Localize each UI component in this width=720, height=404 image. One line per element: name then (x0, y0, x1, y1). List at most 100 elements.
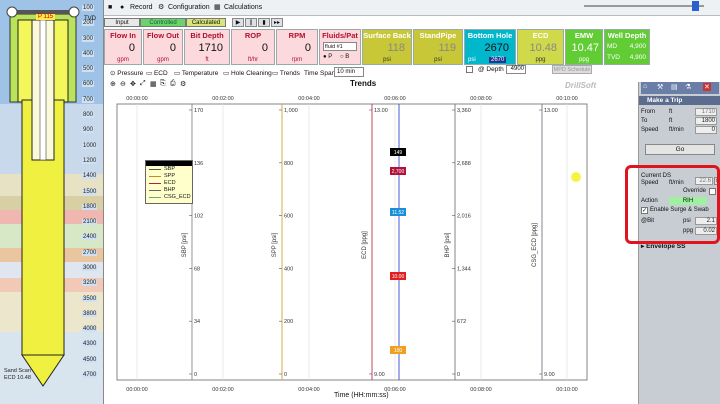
time-span-select[interactable]: 10 min (334, 67, 364, 77)
panel-alert-icon[interactable]: ✕ (703, 83, 711, 91)
tab-hole-cleaning[interactable]: ▭ Hole Cleaning (223, 68, 272, 79)
y-tick-label: 1,344 (457, 266, 471, 272)
depth-checkbox[interactable] (466, 66, 473, 73)
rpm-value: 0 (304, 42, 311, 54)
chart-title: Trends (350, 79, 377, 88)
tab-calculated[interactable]: Calculated (186, 18, 226, 27)
fluid-select[interactable]: fluid #1 (323, 42, 357, 51)
surface-back-value: 118 (387, 42, 405, 54)
ecd-title: ECD (532, 31, 549, 40)
flow-in-tile[interactable]: Flow In 0 gpm (104, 29, 142, 65)
ecd-tile[interactable]: ECD 10.48 ppg (517, 29, 564, 65)
rpm-title: RPM (288, 31, 306, 40)
y-tick-label: 1,000 (284, 108, 298, 114)
zoom-in-icon[interactable]: ⊕ (110, 80, 116, 88)
from-input[interactable]: 1710 (695, 108, 717, 116)
x-tick-label-bottom: 00:04:00 (298, 387, 319, 393)
x-tick-label-bottom: 00:10:00 (556, 387, 577, 393)
panel-home-icon[interactable]: ⌂ (643, 83, 647, 90)
bit-depth-title: Bit Depth (190, 31, 224, 40)
forward-button[interactable]: ▸▸ (271, 18, 283, 27)
fluid-option-b[interactable]: ○ B (340, 54, 349, 60)
x-tick-label-top: 00:02:00 (212, 96, 233, 102)
to-label: To (641, 118, 648, 124)
legend-item-spp: SPP (146, 173, 192, 180)
go-button[interactable]: Go (645, 144, 715, 155)
timeline-slider-handle[interactable] (692, 1, 699, 11)
depth-tick-label: 100 (82, 5, 95, 11)
bottom-hole-tile[interactable]: Bottom Hole 2670 2670 psi (464, 29, 516, 65)
rpm-tile[interactable]: RPM 0 rpm (276, 29, 318, 65)
calculations-icon[interactable]: ▦ (214, 2, 221, 14)
copy-icon[interactable]: ⎘ (160, 80, 166, 88)
standpipe-tile[interactable]: StandPipe 119 psi (413, 29, 463, 65)
depth-tick-label: 3500 (82, 295, 98, 302)
bit-depth-tile[interactable]: Bit Depth 1710 ft (184, 29, 230, 65)
fluids-title: Fluids/Pat (322, 31, 358, 40)
md-value: 4,900 (629, 43, 646, 50)
record-button[interactable]: Record (130, 2, 153, 14)
speed-label: Speed (641, 127, 659, 133)
tab-ecd[interactable]: ▭ ECD (146, 68, 168, 79)
fluid-option-p[interactable]: ● P (323, 54, 332, 60)
flow-in-title: Flow In (110, 31, 136, 40)
panel-tab-bar: ⌂ ⚒ ▤ ⚗ ✕ (641, 82, 719, 94)
y-tick-label: 0 (194, 372, 197, 378)
trends-chart[interactable]: 00:00:00 00:00:00 00:02:00 00:02:00 00:04:00… (107, 90, 603, 394)
tvd-depth-label: TVD (607, 54, 620, 61)
record-icon[interactable]: ● (120, 2, 124, 14)
make-trip-header[interactable]: Make a Trip (639, 96, 720, 105)
x-tick-label-top: 00:10:00 (556, 96, 577, 102)
y-tick-label: 0 (284, 372, 287, 378)
to-input[interactable]: 1800 (695, 117, 717, 125)
marker-label: 2,700 (392, 169, 405, 175)
emw-tile[interactable]: EMW 10.47 ppg (565, 29, 603, 65)
standpipe-unit: psi (434, 57, 442, 63)
tab-trends[interactable]: ▭ Trends (272, 68, 300, 79)
grid-icon[interactable]: ▦ (150, 80, 157, 88)
calculations-button[interactable]: Calculations (224, 2, 262, 14)
flow-in-value: 0 (128, 42, 135, 54)
configuration-icon[interactable]: ⚙ (158, 2, 164, 14)
print-icon[interactable]: ⎙ (170, 80, 176, 88)
depth-tick-label: 4300 (82, 341, 98, 348)
zoom-out-icon[interactable]: ⊖ (120, 80, 126, 88)
depth-tick-label: 1400 (82, 173, 98, 180)
play-button[interactable]: ▶ (232, 18, 244, 27)
depth-tick-label: 3200 (82, 280, 98, 287)
settings-icon[interactable]: ⚙ (180, 80, 186, 88)
depth-tick-label: 1200 (82, 157, 98, 164)
timeline-track[interactable] (584, 5, 704, 7)
panel-pump-icon[interactable]: ⚗ (685, 83, 691, 91)
x-axis-title: Time (HH:mm:ss) (334, 392, 389, 399)
rop-tile[interactable]: ROP 0 ft/hr (231, 29, 275, 65)
bottom-hole-value: 2670 (484, 42, 509, 54)
panel-tools-icon[interactable]: ⚒ (657, 83, 663, 91)
ecd-unit: ppg (535, 57, 546, 63)
configuration-button[interactable]: Configuration (168, 2, 210, 14)
y-axis-title: CSG_ECD [ppg] (532, 223, 538, 267)
y-tick-label: 136 (194, 161, 203, 167)
mouse-cursor (571, 172, 581, 182)
tab-controlled[interactable]: Controlled (140, 18, 186, 27)
tab-pressure[interactable]: ⊙ Pressure (110, 68, 143, 79)
ecd-value: 10.48 (529, 42, 557, 54)
legend-item-bhp: BHP (146, 187, 192, 194)
surface-back-tile[interactable]: Surface Back 118 psi (362, 29, 412, 65)
chart-legend: SBP SPP ECD BHP CSG_ECD (145, 160, 193, 204)
step-button[interactable]: ▮ (258, 18, 270, 27)
at-depth-label: @ Depth (478, 66, 504, 73)
tab-input[interactable]: Input (104, 18, 140, 27)
pressure-badge: P 115 (36, 14, 56, 20)
fit-icon[interactable]: ⤢ (140, 80, 146, 88)
speed-input[interactable]: 0 (695, 126, 717, 134)
tab-temperature[interactable]: ▭ Temperature (174, 68, 218, 79)
flow-out-tile[interactable]: Flow Out 0 gpm (143, 29, 183, 65)
pause-button[interactable]: ∥ (245, 18, 257, 27)
brand-logo: DrillSoft (565, 81, 597, 90)
panel-chart-icon[interactable]: ▤ (671, 83, 678, 91)
depth-input[interactable]: 4900 (506, 65, 526, 74)
stop-icon[interactable]: ■ (108, 2, 112, 14)
mpd-schedule-button[interactable]: MPD Schedule (552, 65, 592, 74)
pan-icon[interactable]: ✥ (130, 80, 136, 88)
